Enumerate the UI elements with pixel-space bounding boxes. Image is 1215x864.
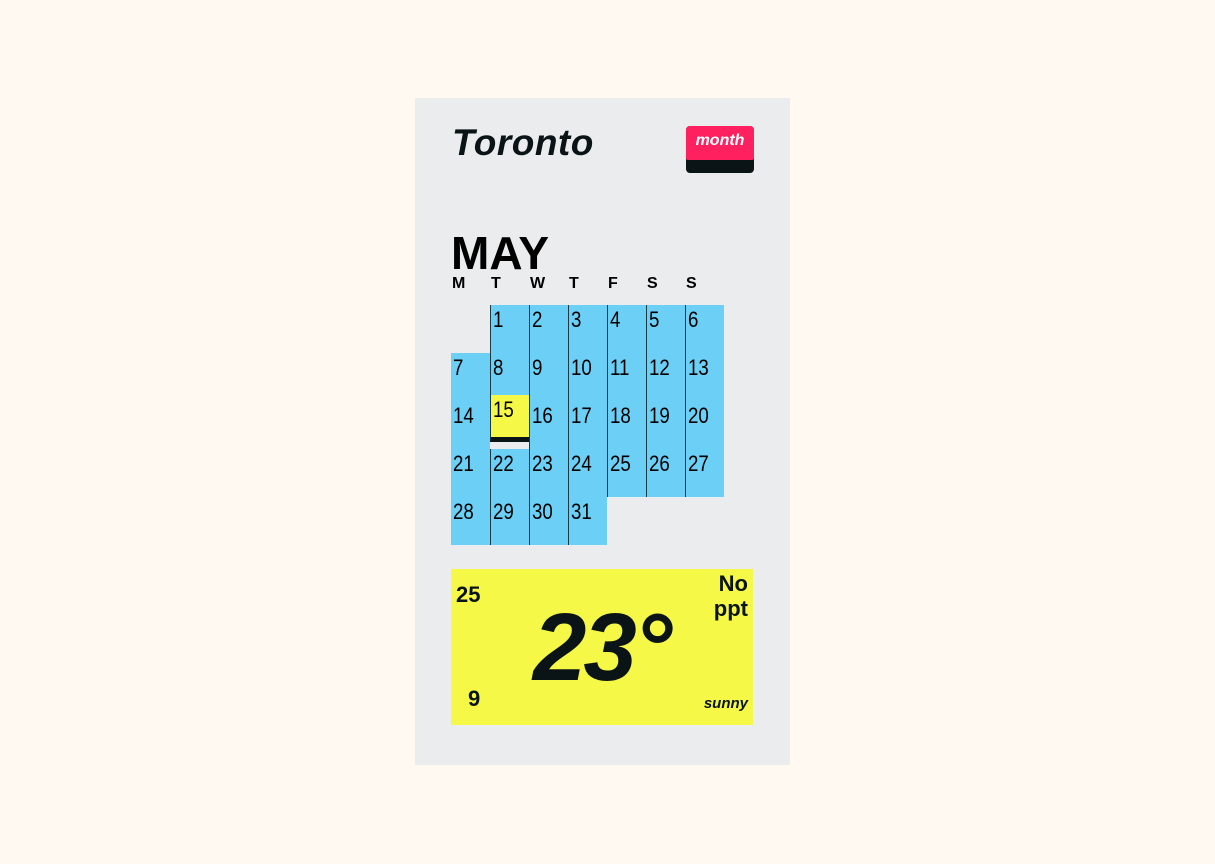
day-number: 18 — [610, 403, 631, 428]
weather-calendar-card: Toronto month MAY MTWTFSS 1 2 3 4 5 6 7 8 9 10 11 1… — [415, 98, 790, 765]
day-cell[interactable]: 26 — [646, 449, 685, 497]
day-cell[interactable]: 12 — [646, 353, 685, 401]
day-cell[interactable]: 23 — [529, 449, 568, 497]
day-number: 12 — [649, 355, 670, 380]
month-view-button[interactable]: month — [686, 126, 754, 173]
day-number: 4 — [610, 307, 621, 332]
day-cell[interactable]: 21 — [451, 449, 490, 497]
day-cell[interactable]: 17 — [568, 401, 607, 449]
day-cell[interactable]: 16 — [529, 401, 568, 449]
day-number: 2 — [532, 307, 543, 332]
day-number: 21 — [453, 451, 474, 476]
day-cell[interactable]: 20 — [685, 401, 724, 449]
weekday-header: F — [608, 275, 618, 292]
day-number: 22 — [493, 451, 514, 476]
day-number: 6 — [688, 307, 699, 332]
month-view-label: month — [686, 126, 754, 160]
day-number: 23 — [532, 451, 553, 476]
day-cell[interactable]: 29 — [490, 497, 529, 545]
day-number: 13 — [688, 355, 709, 380]
day-cell[interactable]: 28 — [451, 497, 490, 545]
weekday-header: W — [530, 275, 546, 292]
day-number: 16 — [532, 403, 553, 428]
day-cell[interactable]: 9 — [529, 353, 568, 401]
day-cell[interactable]: 25 — [607, 449, 646, 497]
day-number: 27 — [688, 451, 709, 476]
day-number: 7 — [453, 355, 464, 380]
precipitation-line1: No — [718, 571, 748, 596]
weekday-header: S — [647, 275, 658, 292]
day-cell[interactable]: 6 — [685, 305, 724, 353]
day-cell[interactable]: 19 — [646, 401, 685, 449]
day-number: 20 — [688, 403, 709, 428]
day-number: 8 — [493, 355, 504, 380]
day-number: 3 — [571, 307, 582, 332]
day-cell[interactable]: 30 — [529, 497, 568, 545]
day-number: 24 — [571, 451, 592, 476]
day-number: 15 — [493, 397, 514, 422]
day-cell[interactable]: 4 — [607, 305, 646, 353]
day-number: 30 — [532, 499, 553, 524]
day-cell-today[interactable]: 15 — [490, 395, 529, 442]
day-cell[interactable]: 31 — [568, 497, 607, 545]
day-cell[interactable]: 24 — [568, 449, 607, 497]
day-cell[interactable]: 18 — [607, 401, 646, 449]
day-number: 10 — [571, 355, 592, 380]
day-number: 11 — [610, 355, 630, 380]
day-cell[interactable]: 10 — [568, 353, 607, 401]
high-temp: 25 — [456, 582, 481, 607]
day-number: 31 — [571, 499, 592, 524]
day-cell[interactable]: 8 — [490, 353, 529, 401]
day-number: 14 — [453, 403, 474, 428]
day-number: 28 — [453, 499, 474, 524]
day-number: 26 — [649, 451, 670, 476]
month-title: MAY — [451, 227, 549, 279]
day-cell[interactable]: 1 — [490, 305, 529, 353]
precipitation: No ppt — [714, 571, 748, 621]
current-temp: 23° — [533, 594, 672, 701]
city-title: Toronto — [452, 122, 594, 163]
day-number: 5 — [649, 307, 660, 332]
day-number: 17 — [571, 403, 592, 428]
day-cell[interactable]: 7 — [451, 353, 490, 401]
weekday-header: M — [452, 275, 466, 292]
day-number: 1 — [493, 307, 504, 332]
day-cell[interactable]: 22 — [490, 449, 529, 497]
day-cell[interactable]: 5 — [646, 305, 685, 353]
day-cell[interactable]: 3 — [568, 305, 607, 353]
day-number: 9 — [532, 355, 543, 380]
weather-panel: 25 9 23° No ppt sunny — [451, 569, 753, 725]
day-number: 25 — [610, 451, 631, 476]
weekday-header: T — [569, 275, 579, 292]
day-cell[interactable]: 14 — [451, 401, 490, 449]
day-cell[interactable]: 27 — [685, 449, 724, 497]
weekday-header: S — [686, 275, 697, 292]
precipitation-line2: ppt — [713, 596, 748, 621]
condition: sunny — [703, 695, 748, 712]
day-cell[interactable]: 11 — [607, 353, 646, 401]
weekday-header: T — [491, 275, 501, 292]
day-number: 29 — [493, 499, 514, 524]
low-temp: 9 — [468, 686, 481, 711]
day-cell[interactable]: 13 — [685, 353, 724, 401]
day-cell[interactable]: 2 — [529, 305, 568, 353]
day-number: 19 — [649, 403, 670, 428]
